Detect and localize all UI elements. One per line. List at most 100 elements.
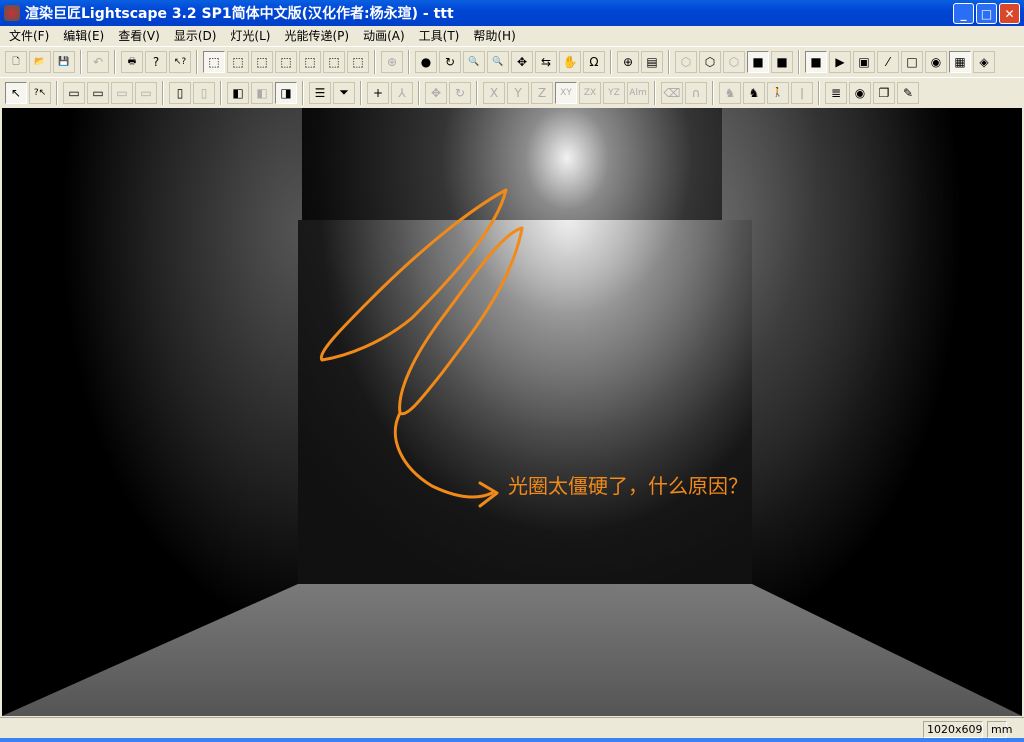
lamp-button[interactable]: ✎ bbox=[897, 81, 919, 104]
texture-button[interactable]: ■ bbox=[805, 50, 827, 73]
erase-button[interactable]: ⌫ bbox=[661, 81, 683, 104]
display-shaded-button[interactable]: ■ bbox=[771, 50, 793, 73]
menu-file[interactable]: 文件(F) bbox=[2, 27, 56, 44]
shade-side-button[interactable]: ⬚ bbox=[299, 50, 321, 73]
select-cube-button[interactable]: ⬚ bbox=[203, 50, 225, 73]
camera-view-button[interactable]: ▤ bbox=[641, 50, 663, 73]
layer-stack-icon: ≣ bbox=[830, 85, 842, 100]
layer-stack-button[interactable]: ≣ bbox=[825, 81, 847, 104]
light-color-button[interactable]: □ bbox=[901, 50, 923, 73]
render-viewport[interactable]: 光圈太僵硬了，什么原因？ bbox=[2, 108, 1022, 716]
globe-button[interactable]: ◉ bbox=[925, 50, 947, 73]
copy-layer-button[interactable]: ❐ bbox=[873, 81, 895, 104]
deselect-window-button[interactable]: ▭ bbox=[135, 81, 157, 104]
zoom-extents-button[interactable]: ⊕ bbox=[381, 50, 403, 73]
select-button[interactable]: ↖ bbox=[5, 81, 27, 104]
stand-icon: ǀ bbox=[800, 85, 804, 100]
close-button[interactable]: ✕ bbox=[999, 3, 1020, 24]
zoom-select-button[interactable]: ▭ bbox=[87, 81, 109, 104]
plane-zx-button[interactable]: ZX bbox=[579, 81, 601, 104]
rotate-button[interactable]: ↻ bbox=[449, 81, 471, 104]
menu-animation[interactable]: 动画(A) bbox=[356, 27, 412, 44]
minimize-button[interactable]: _ bbox=[953, 3, 974, 24]
magnet-button[interactable]: ∩ bbox=[685, 81, 707, 104]
deselect-button[interactable]: ▭ bbox=[111, 81, 133, 104]
shade-back-button[interactable]: ⬚ bbox=[323, 50, 345, 73]
new-file-icon: 🗋 bbox=[12, 56, 20, 67]
toolbar-separator bbox=[408, 49, 410, 74]
wireframe-icon: ⬚ bbox=[232, 54, 244, 69]
save-icon: 💾 bbox=[58, 56, 70, 67]
layers-button[interactable]: ▣ bbox=[853, 50, 875, 73]
zoom-extents-icon: ⊕ bbox=[386, 54, 398, 69]
axis-z-button[interactable]: Z bbox=[531, 81, 553, 104]
filter-icon: ⏷ bbox=[339, 85, 349, 99]
background-button[interactable]: ▦ bbox=[949, 50, 971, 73]
plane-xy-button[interactable]: XY bbox=[555, 81, 577, 104]
orbit-button[interactable]: ● bbox=[415, 50, 437, 73]
move-button[interactable]: ✥ bbox=[425, 81, 447, 104]
axis-x-button[interactable]: X bbox=[483, 81, 505, 104]
select-page-button[interactable]: ▯ bbox=[169, 81, 191, 104]
zoom-window-button[interactable]: ⊕ bbox=[617, 50, 639, 73]
menu-help[interactable]: 帮助(H) bbox=[466, 27, 522, 44]
page-button[interactable]: ▯ bbox=[193, 81, 215, 104]
menu-light[interactable]: 灯光(L) bbox=[223, 27, 277, 44]
context-help-button[interactable]: ↖? bbox=[169, 50, 191, 73]
display-wire-button[interactable]: ⬡ bbox=[675, 50, 697, 73]
walk-button[interactable]: ✋ bbox=[559, 50, 581, 73]
dolly-button[interactable]: ⇆ bbox=[535, 50, 557, 73]
record-button[interactable]: ◉ bbox=[849, 81, 871, 104]
toolbar-separator bbox=[818, 80, 820, 105]
roll-button[interactable]: Ω bbox=[583, 50, 605, 73]
query-button[interactable]: ?↖ bbox=[29, 81, 51, 104]
undo-button[interactable]: ↶ bbox=[87, 50, 109, 73]
display-wire-icon: ⬡ bbox=[680, 54, 692, 69]
lines-button[interactable]: ⁄ bbox=[877, 50, 899, 73]
select-group-button[interactable]: ◧ bbox=[251, 81, 273, 104]
new-file-button[interactable]: 🗋 bbox=[5, 50, 27, 73]
shade-top-button[interactable]: ⬚ bbox=[275, 50, 297, 73]
walk-man-button[interactable]: 🚶 bbox=[767, 81, 789, 104]
save-button[interactable]: 💾 bbox=[53, 50, 75, 73]
add-point-button[interactable]: + bbox=[367, 81, 389, 104]
select-surface-button[interactable]: ◧ bbox=[227, 81, 249, 104]
select-light-button[interactable]: ◨ bbox=[275, 81, 297, 104]
display-hidden-button[interactable]: ⬡ bbox=[699, 50, 721, 73]
shade-front-button[interactable]: ⬚ bbox=[251, 50, 273, 73]
stand-button[interactable]: ǀ bbox=[791, 81, 813, 104]
select-light-icon: ◨ bbox=[280, 85, 292, 100]
axis-y-button[interactable]: Y bbox=[507, 81, 529, 104]
filter-button[interactable]: ⏷ bbox=[333, 81, 355, 104]
plane-yz-button[interactable]: YZ bbox=[603, 81, 625, 104]
crawl-button[interactable]: ♞ bbox=[719, 81, 741, 104]
toolbar-separator bbox=[114, 49, 116, 74]
select-window-button[interactable]: ▭ bbox=[63, 81, 85, 104]
aim-button[interactable]: Alm bbox=[627, 81, 649, 104]
display-solid-button[interactable]: ■ bbox=[747, 50, 769, 73]
menu-display[interactable]: 显示(D) bbox=[167, 27, 224, 44]
copy-layer-icon: ❐ bbox=[878, 85, 890, 100]
menu-view[interactable]: 查看(V) bbox=[111, 27, 167, 44]
pan-button[interactable]: ✥ bbox=[511, 50, 533, 73]
menu-edit[interactable]: 编辑(E) bbox=[56, 27, 111, 44]
mesh-button[interactable]: ▶ bbox=[829, 50, 851, 73]
shade-all-button[interactable]: ⬚ bbox=[347, 50, 369, 73]
menu-tools[interactable]: 工具(T) bbox=[412, 27, 467, 44]
maximize-button[interactable]: □ bbox=[976, 3, 997, 24]
print-button[interactable]: 🖶 bbox=[121, 50, 143, 73]
zoom-in-button[interactable]: 🔍 bbox=[463, 50, 485, 73]
render-button[interactable]: ◈ bbox=[973, 50, 995, 73]
display-outline-button[interactable]: ⬡ bbox=[723, 50, 745, 73]
open-folder-button[interactable]: 📂 bbox=[29, 50, 51, 73]
crouch-button[interactable]: ♞ bbox=[743, 81, 765, 104]
rotate-view-button[interactable]: ↻ bbox=[439, 50, 461, 73]
hierarchy-button[interactable]: ⅄ bbox=[391, 81, 413, 104]
zoom-button[interactable]: 🔍 bbox=[487, 50, 509, 73]
help-button[interactable]: ? bbox=[145, 50, 167, 73]
toolbar-separator bbox=[798, 49, 800, 74]
wireframe-button[interactable]: ⬚ bbox=[227, 50, 249, 73]
menu-radiosity[interactable]: 光能传递(P) bbox=[277, 27, 356, 44]
annotation-text: 光圈太僵硬了，什么原因？ bbox=[508, 474, 748, 498]
list-button[interactable]: ☰ bbox=[309, 81, 331, 104]
